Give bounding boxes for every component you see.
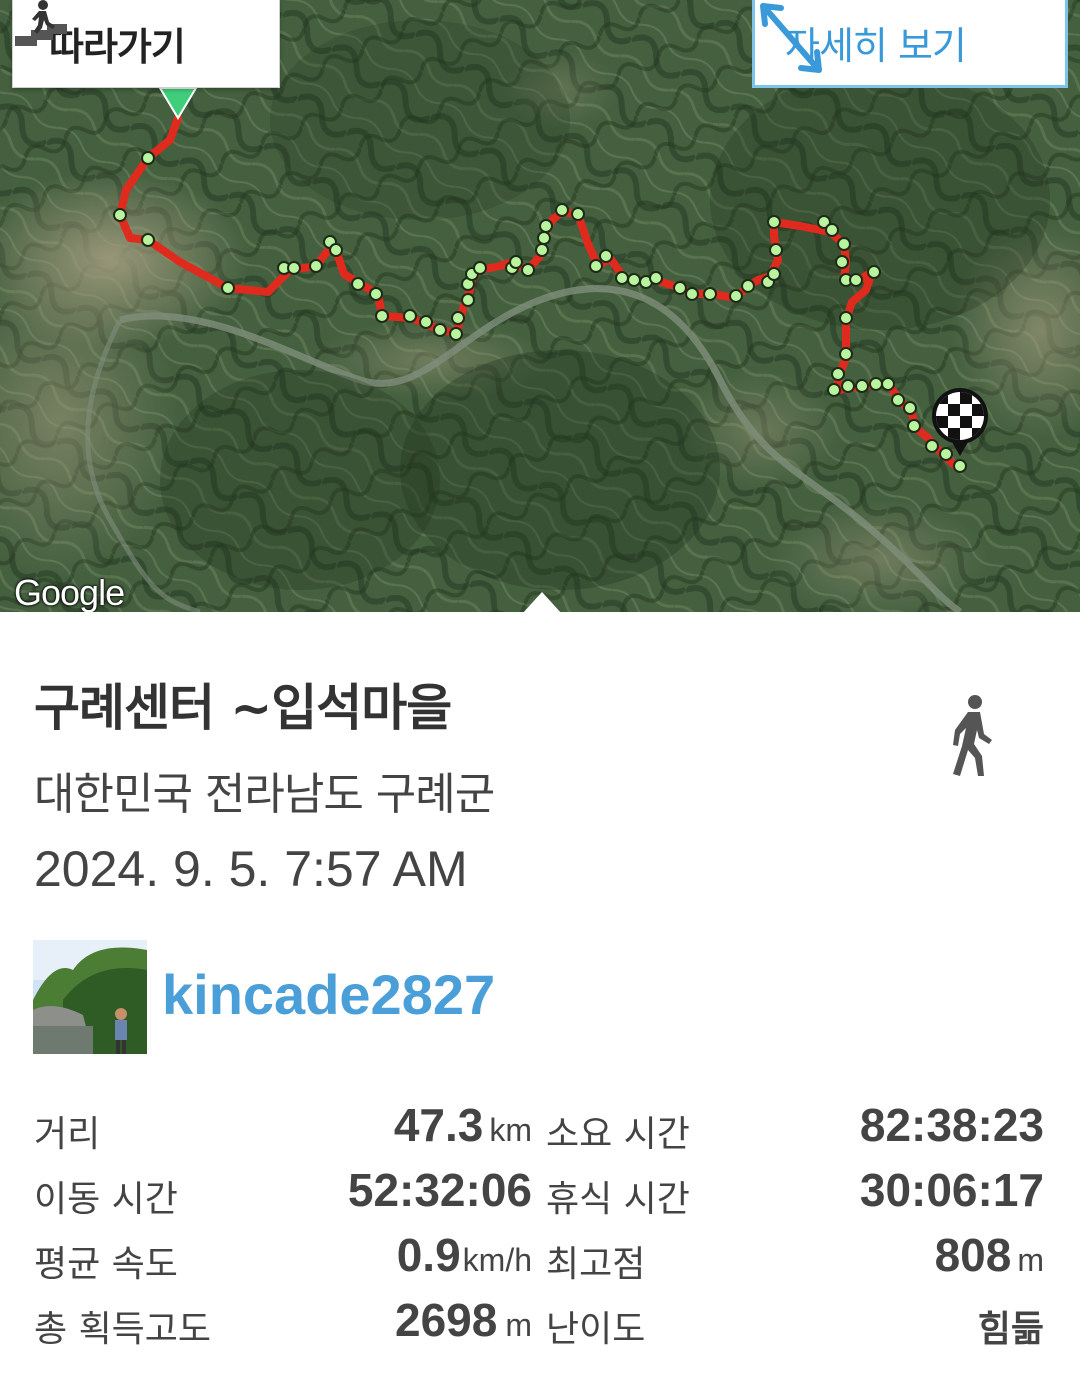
waypoint-dot [539,219,553,233]
waypoint-dot [449,327,463,341]
avg-speed-value: 0.9 [396,1229,461,1281]
moving-time-group: 52:32:06 [348,1163,532,1217]
map-pointer-notch [522,592,562,614]
track-title: 구례센터 ~입석마을 [34,679,452,737]
avg-speed-label: 평균 속도 [34,1244,178,1285]
waypoint-dot [769,243,783,257]
waypoint-dot [855,379,869,393]
max-elevation-group: 808 m [935,1228,1044,1282]
waypoint-dot [221,281,235,295]
track-datetime: 2024. 9. 5. 7:57 AM [34,841,468,897]
waypoint-dot [535,243,549,257]
distance-unit: km [489,1112,532,1148]
waypoint-dot [767,215,781,229]
waypoint-dot [141,233,155,247]
waypoint-dot [953,459,967,473]
max-elevation-label: 최고점 [546,1244,646,1285]
waypoint-dot [839,311,853,325]
waypoint-dot [831,367,845,381]
waypoint-dot [925,439,939,453]
difficulty-group: 힘듦 [978,1300,1044,1352]
total-time-value: 82:38:23 [859,1099,1044,1151]
waypoint-dot [351,277,365,291]
waypoint-dot [451,311,465,325]
username[interactable]: kincade2827 [162,962,495,1027]
waypoint-dot [329,243,343,257]
waypoint-dot [867,265,881,279]
distance-value: 47.3 [393,1099,484,1151]
waypoint-dot [881,377,895,391]
walking-person-icon [953,695,992,776]
map-view[interactable]: 따라가기 자세히 보기 Google [0,0,1080,612]
distance-label: 거리 [34,1114,101,1155]
total-ascent-value: 2698 [395,1294,498,1346]
waypoint-dot [433,323,447,337]
waypoint-dot [903,401,917,415]
waypoint-dot [767,267,781,281]
waypoint-dot [521,263,535,277]
track-location: 대한민국 전라남도 구례군 [34,769,495,820]
waypoint-dot [369,287,383,301]
detail-view-button[interactable]: 자세히 보기 [752,0,1068,88]
follow-button[interactable]: 따라가기 [12,0,280,88]
waypoint-dot [849,273,863,287]
waypoint-dot [827,383,841,397]
waypoint-dot [891,393,905,407]
waypoint-dot [841,379,855,393]
waypoint-dot [839,347,853,361]
waypoint-dot [685,287,699,301]
max-elevation-value: 808 [934,1229,1012,1281]
distance-value-group: 47.3 km [394,1098,532,1152]
waypoint-dot [571,207,585,221]
waypoint-dot [473,261,487,275]
total-time-label: 소요 시간 [546,1114,690,1155]
moving-time-value: 52:32:06 [347,1164,532,1216]
waypoint-dot [287,261,301,275]
difficulty-label: 난이도 [546,1309,646,1350]
waypoint-dot [537,231,551,245]
waypoint-dot [741,279,755,293]
waypoint-dot [555,203,569,217]
waypoint-dot [461,293,475,307]
total-ascent-label: 총 획득고도 [34,1309,212,1350]
waypoint-dot [141,151,155,165]
waypoint-dot [309,259,323,273]
total-ascent-unit: m [505,1307,532,1343]
follow-label: 따라가기 [49,25,186,69]
waypoint-dot [837,237,851,251]
avg-speed-group: 0.9km/h [397,1228,532,1282]
waypoint-dot [509,255,523,269]
satellite-map [0,0,1080,612]
rest-time-label: 휴식 시간 [546,1179,690,1220]
max-elevation-unit: m [1017,1242,1044,1278]
waypoint-dot [907,419,921,433]
waypoint-dot [419,315,433,329]
google-logo: Google [14,572,125,612]
avg-speed-unit: km/h [462,1242,532,1278]
user-avatar[interactable] [33,940,147,1054]
waypoint-dot [615,271,629,285]
rest-time-group: 30:06:17 [860,1163,1044,1217]
moving-time-label: 이동 시간 [34,1179,178,1220]
waypoint-dot [113,208,127,222]
waypoint-dot [589,259,603,273]
waypoint-dot [627,273,641,287]
waypoint-dot [729,289,743,303]
total-time-group: 82:38:23 [860,1098,1044,1152]
waypoint-dot [673,281,687,295]
waypoint-dot [939,447,953,461]
difficulty-value: 힘듦 [977,1309,1044,1350]
waypoint-dot [825,223,839,237]
waypoint-dot [375,309,389,323]
waypoint-dot [869,377,883,391]
waypoint-dot [649,271,663,285]
total-ascent-group: 2698 m [395,1293,532,1347]
rest-time-value: 30:06:17 [859,1164,1044,1216]
waypoint-dot [599,249,613,263]
waypoint-dot [403,309,417,323]
waypoint-dot [703,287,717,301]
waypoint-dot [835,255,849,269]
